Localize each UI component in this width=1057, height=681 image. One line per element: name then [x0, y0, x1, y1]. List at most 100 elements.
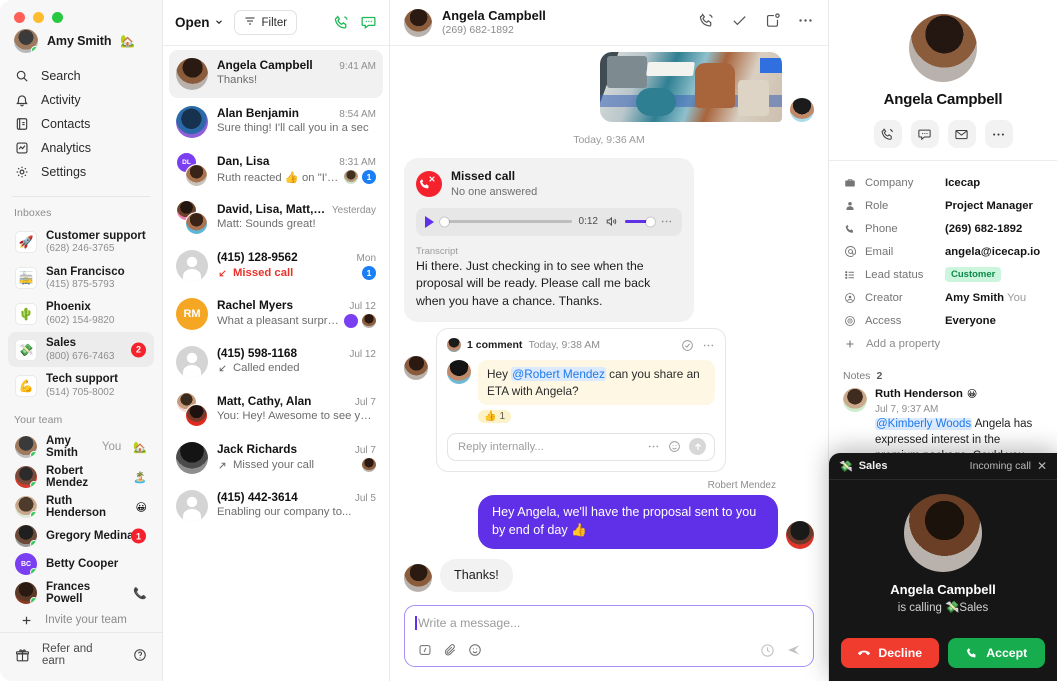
comment-more-icon[interactable] [702, 339, 715, 352]
nav-item-analytics[interactable]: Analytics [8, 136, 154, 160]
conversation-item-angela-campbell[interactable]: Angela Campbell 9:41 AM Thanks! [169, 50, 383, 98]
conversation-item-jack-richards[interactable]: Jack Richards Jul 7 Missed your call [169, 434, 383, 482]
internal-reply-input[interactable]: Reply internally... [447, 432, 715, 461]
nav-item-settings[interactable]: Settings [8, 160, 154, 184]
property-role[interactable]: Role Project Manager [843, 194, 1043, 217]
conversation-item-matt-cathy-alan[interactable]: Matt, Cathy, Alan Jul 7 You: Hey! Awesom… [169, 386, 383, 434]
missed-call-card: Missed call No one answered 0:12 Transcr… [404, 158, 694, 323]
team-member-ruth-henderson[interactable]: Ruth Henderson 😀 [8, 492, 154, 522]
player-more-icon[interactable] [660, 215, 673, 228]
send-comment-button[interactable] [689, 438, 706, 456]
gift-icon[interactable] [14, 647, 30, 663]
reply-more-icon[interactable] [647, 440, 660, 453]
close-window-button[interactable] [14, 11, 25, 23]
message-icon[interactable] [910, 120, 939, 148]
nav-item-search[interactable]: Search [8, 64, 154, 88]
nav-item-label: Contacts [41, 116, 91, 131]
message-input-placeholder[interactable]: Write a message... [415, 616, 802, 630]
send-message-button[interactable] [786, 642, 802, 658]
status-emoji-icon: 🏡 [133, 441, 147, 454]
conversation-item-415-128-9562[interactable]: (415) 128-9562 Mon Missed call 1 [169, 242, 383, 290]
nav-item-activity[interactable]: Activity [8, 88, 154, 112]
voicemail-player[interactable]: 0:12 [416, 207, 682, 236]
email-icon[interactable] [947, 120, 976, 148]
avatar[interactable] [404, 8, 432, 37]
note-author: Ruth Henderson [875, 388, 963, 400]
property-email[interactable]: Email angela@icecap.io [843, 240, 1043, 263]
conversation-item-rachel-myers[interactable]: RM Rachel Myers Jul 12 What a pleasant s… [169, 290, 383, 338]
inbox-item-phoenix[interactable]: 🌵 Phoenix (602) 154-9820 [8, 296, 154, 331]
property-phone[interactable]: Phone (269) 682-1892 [843, 217, 1043, 240]
invite-team-button[interactable]: Invite your team [8, 608, 154, 632]
thread-header: Angela Campbell (269) 682-1892 [390, 0, 828, 46]
image-attachment[interactable] [600, 52, 782, 122]
play-button[interactable] [425, 215, 434, 228]
team-member-robert-mendez[interactable]: Robert Mendez 🏝️ [8, 462, 154, 492]
accept-call-button[interactable]: Accept [947, 638, 1045, 668]
resolve-comment-icon[interactable] [681, 339, 694, 352]
inbox-item-customer-support[interactable]: 🚀 Customer support (628) 246-3765 [8, 225, 154, 260]
new-call-icon[interactable] [333, 14, 350, 31]
call-icon[interactable] [873, 120, 902, 148]
volume-slider[interactable] [625, 217, 655, 227]
conversation-item-dan-lisa[interactable]: DL Dan, Lisa 8:31 AM Ruth reacted 👍 on "… [169, 146, 383, 194]
open-filter-dropdown[interactable]: Open [175, 15, 224, 30]
conversation-time: 8:54 AM [339, 109, 376, 120]
volume-handle[interactable] [646, 217, 655, 227]
contact-avatar[interactable] [909, 14, 977, 82]
more-options-icon[interactable] [984, 120, 1013, 148]
property-creator[interactable]: Creator Amy Smith You [843, 286, 1043, 309]
nav-item-contacts[interactable]: Contacts [8, 112, 154, 136]
inbox-item-san-francisco[interactable]: 🚋 San Francisco (415) 875-5793 [8, 261, 154, 296]
volume-icon[interactable] [605, 215, 618, 228]
playback-scrubber[interactable] [440, 217, 572, 227]
close-icon[interactable]: ✕ [1037, 460, 1047, 472]
team-member-gregory-medina[interactable]: Gregory Medina 1 [8, 522, 154, 550]
conversation-item-david-lisa-matt-alan[interactable]: David, Lisa, Matt, Alan Yesterday Matt: … [169, 194, 383, 242]
message-composer[interactable]: Write a message... [404, 605, 814, 667]
property-key: Email [865, 245, 894, 258]
more-options-icon[interactable] [797, 12, 814, 34]
note-time: Jul 7, 9:37 AM [875, 404, 939, 415]
conversation-item-415-442-3614[interactable]: (415) 442-3614 Jul 5 Enabling our compan… [169, 482, 383, 530]
inbox-item-tech-support[interactable]: 💪 Tech support (514) 705-8002 [8, 368, 154, 403]
help-icon[interactable] [132, 647, 148, 663]
conversation-item-alan-benjamin[interactable]: Alan Benjamin 8:54 AM Sure thing! I'll c… [169, 98, 383, 146]
current-user[interactable]: Amy Smith 🏡 [0, 24, 162, 63]
message-thread[interactable]: Today, 9:36 AM Missed call No one answer… [390, 46, 828, 597]
property-company[interactable]: Company Icecap [843, 171, 1043, 194]
mention-chip[interactable]: @Kimberly Woods [875, 418, 973, 430]
team-member-amy-smith[interactable]: Amy Smith You 🏡 [8, 432, 154, 462]
call-icon[interactable] [698, 12, 715, 34]
snippet-icon[interactable] [418, 643, 432, 657]
transcript-text: Hi there. Just checking in to see when t… [416, 258, 651, 308]
zoom-window-button[interactable] [52, 11, 63, 23]
cactus-emoji-icon: 🌵 [15, 302, 37, 325]
team-member-name: Amy Smith [46, 435, 78, 459]
mark-done-icon[interactable] [731, 12, 748, 34]
property-value: angela@icecap.io [945, 245, 1041, 258]
reaction-pill[interactable]: 👍 1 [478, 409, 512, 423]
conversation-list[interactable]: Angela Campbell 9:41 AM Thanks! Alan Ben… [163, 46, 389, 681]
property-lead-status[interactable]: Lead status Customer [843, 263, 1043, 286]
new-message-icon[interactable] [360, 14, 377, 31]
refer-and-earn-label[interactable]: Refer and earn [42, 643, 108, 667]
filter-button[interactable]: Filter [233, 10, 298, 35]
conversation-item-415-598-1168[interactable]: (415) 598-1168 Jul 12 Called ended [169, 338, 383, 386]
inbox-item-sales[interactable]: 💸 Sales (800) 676-7463 2 [8, 332, 154, 368]
attachment-icon[interactable] [443, 643, 457, 657]
notes-header: Notes 2 [829, 362, 1057, 386]
schedule-send-icon[interactable] [760, 643, 775, 658]
emoji-picker-icon[interactable] [668, 440, 681, 453]
team-member-betty-cooper[interactable]: BC Betty Cooper [8, 550, 154, 578]
property-access[interactable]: Access Everyone [843, 309, 1043, 332]
add-property-button[interactable]: Add a property [843, 332, 1043, 356]
scrubber-handle[interactable] [440, 217, 449, 227]
app-window: Amy Smith 🏡 Search Activity Contacts Ana… [0, 0, 1057, 681]
emoji-picker-icon[interactable] [468, 643, 482, 657]
team-member-frances-powell[interactable]: Frances Powell 📞 [8, 578, 154, 608]
mention-chip[interactable]: @Robert Mendez [511, 367, 606, 382]
decline-call-button[interactable]: Decline [841, 638, 939, 668]
minimize-window-button[interactable] [33, 11, 44, 23]
snooze-icon[interactable] [764, 12, 781, 34]
